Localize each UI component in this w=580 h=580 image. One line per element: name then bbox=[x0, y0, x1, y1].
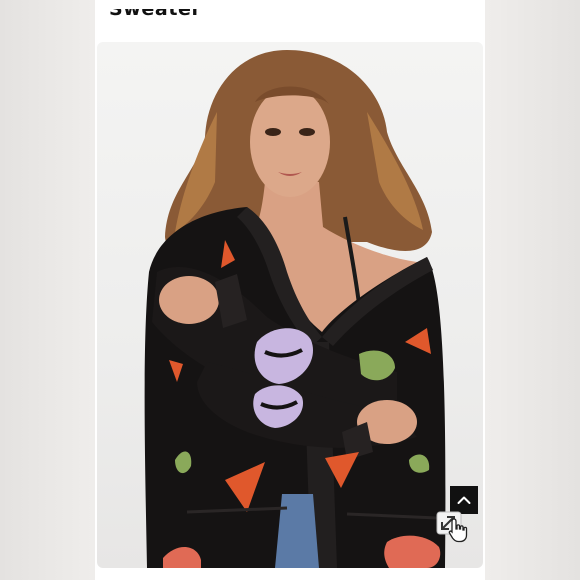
face bbox=[250, 87, 330, 197]
jeans bbox=[275, 494, 319, 568]
title-crop-mask bbox=[109, 0, 485, 9]
product-image[interactable] bbox=[97, 42, 483, 568]
product-page: Sweater bbox=[95, 0, 485, 580]
left-hand bbox=[159, 276, 219, 324]
hand-pointer-icon bbox=[448, 518, 468, 543]
left-eye bbox=[265, 128, 281, 136]
right-eye bbox=[299, 128, 315, 136]
chevron-up-icon bbox=[457, 496, 471, 504]
back-to-top-button[interactable] bbox=[450, 486, 478, 514]
screenshot-frame: Sweater bbox=[0, 0, 580, 580]
model-illustration bbox=[144, 50, 446, 568]
zoom-button[interactable] bbox=[436, 511, 474, 545]
